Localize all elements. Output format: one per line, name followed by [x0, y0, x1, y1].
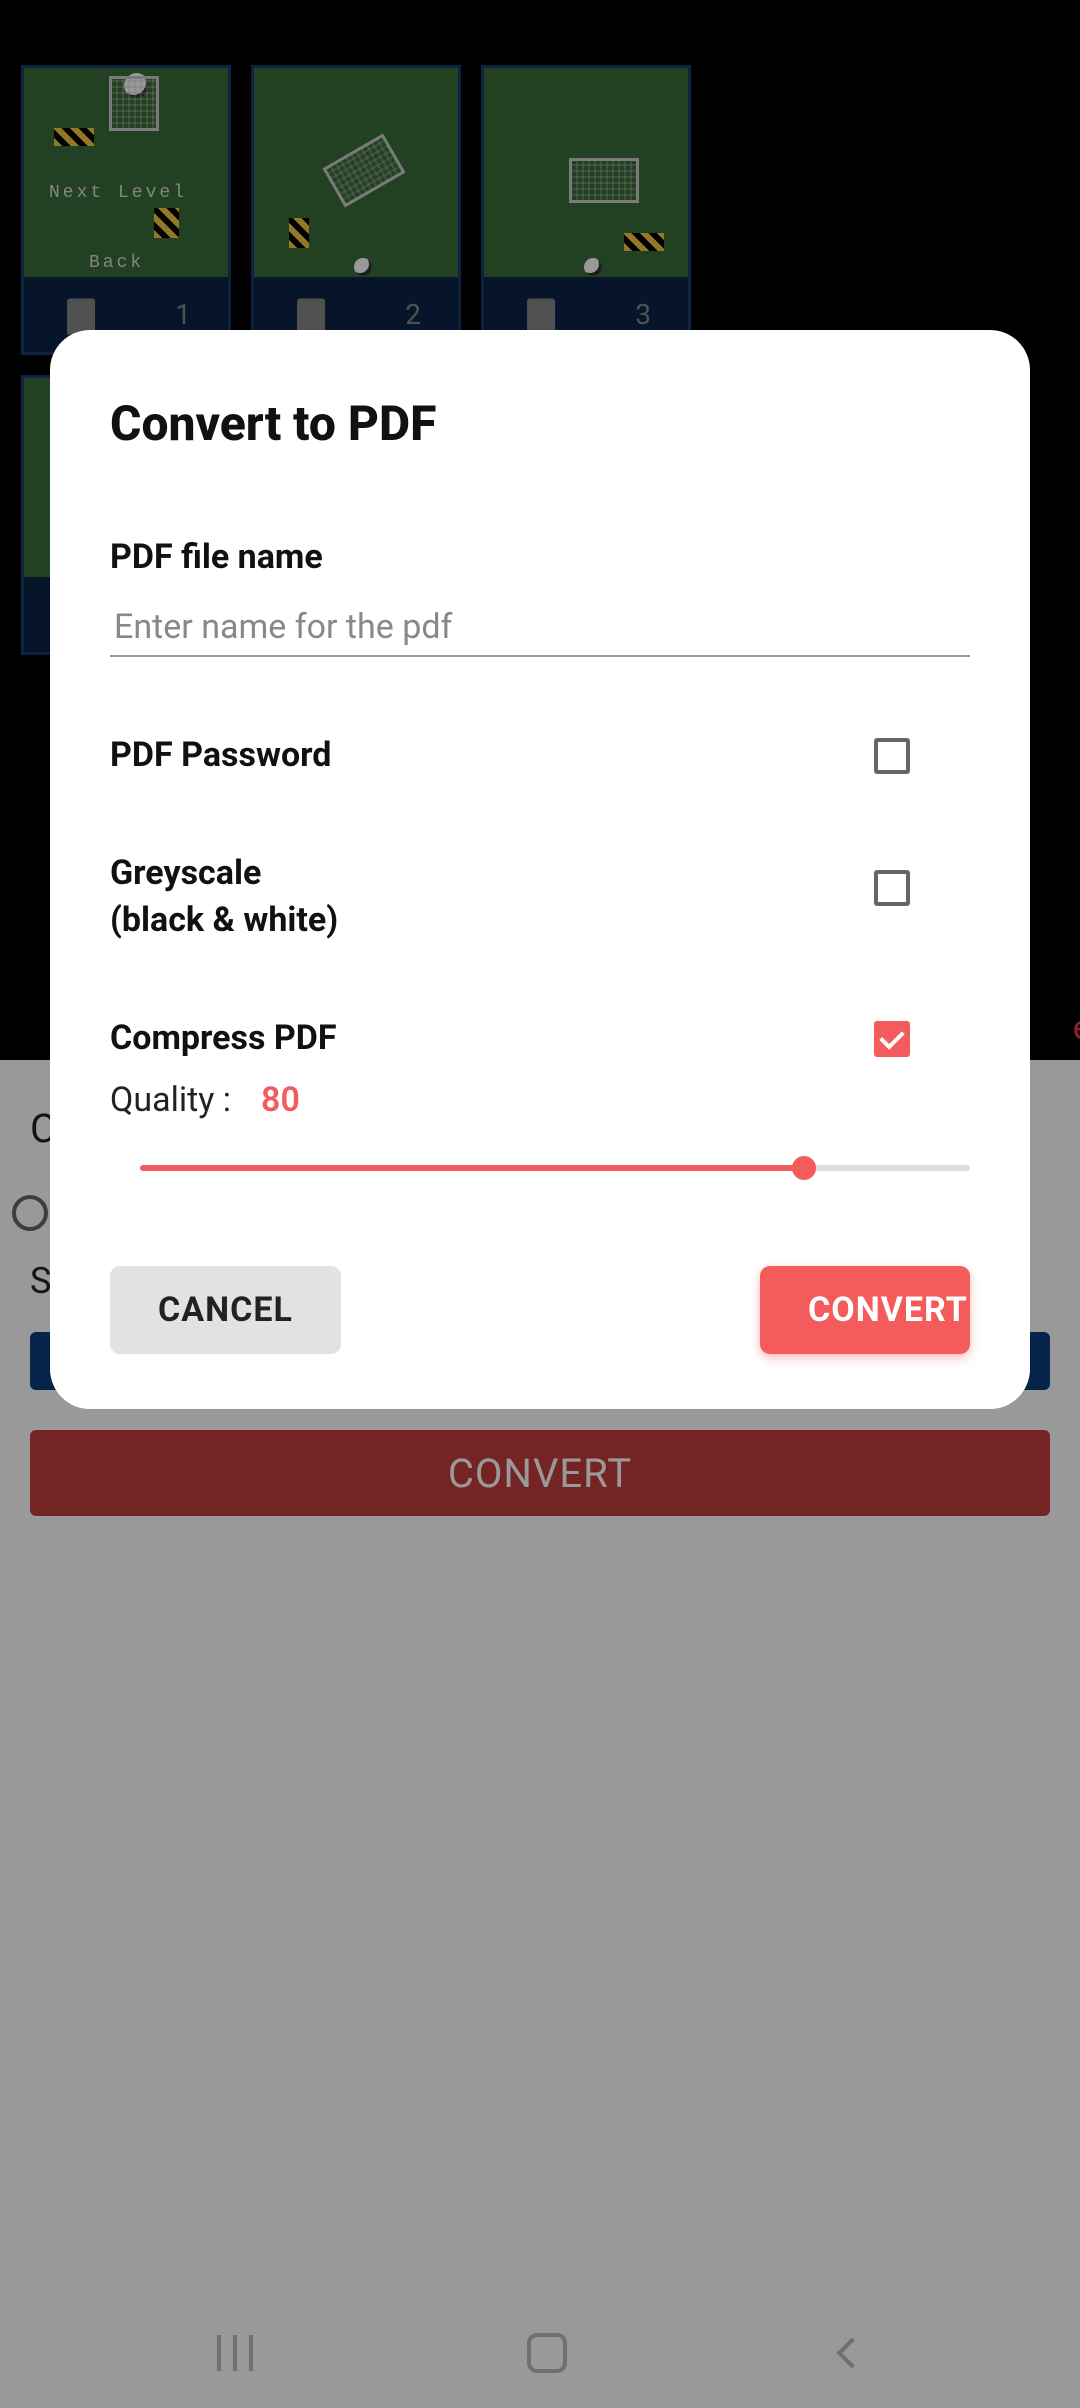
convert-modal: Convert to PDF PDF file name PDF Passwor… — [50, 330, 1030, 1409]
slider-fill — [140, 1165, 804, 1171]
quality-slider[interactable] — [140, 1165, 970, 1171]
filename-input[interactable] — [110, 599, 970, 657]
password-option-row: PDF Password — [110, 732, 970, 780]
greyscale-label: Greyscale(black & white) — [110, 850, 338, 945]
greyscale-option-row: Greyscale(black & white) — [110, 850, 970, 945]
filename-label: PDF file name — [110, 537, 970, 577]
password-label: PDF Password — [110, 732, 331, 780]
slider-thumb[interactable] — [792, 1156, 816, 1180]
convert-button[interactable]: CONVERT — [760, 1266, 970, 1354]
compress-option-row: Compress PDF — [110, 1015, 970, 1063]
greyscale-checkbox[interactable] — [874, 870, 910, 906]
quality-value: 80 — [261, 1080, 300, 1120]
password-checkbox[interactable] — [874, 738, 910, 774]
cancel-button[interactable]: CANCEL — [110, 1266, 341, 1354]
quality-row: Quality : 80 — [110, 1080, 970, 1120]
compress-label: Compress PDF — [110, 1015, 337, 1063]
modal-button-row: CANCEL CONVERT — [110, 1266, 970, 1354]
quality-label: Quality : — [110, 1080, 231, 1120]
modal-title: Convert to PDF — [110, 395, 970, 452]
compress-checkbox[interactable] — [874, 1021, 910, 1057]
